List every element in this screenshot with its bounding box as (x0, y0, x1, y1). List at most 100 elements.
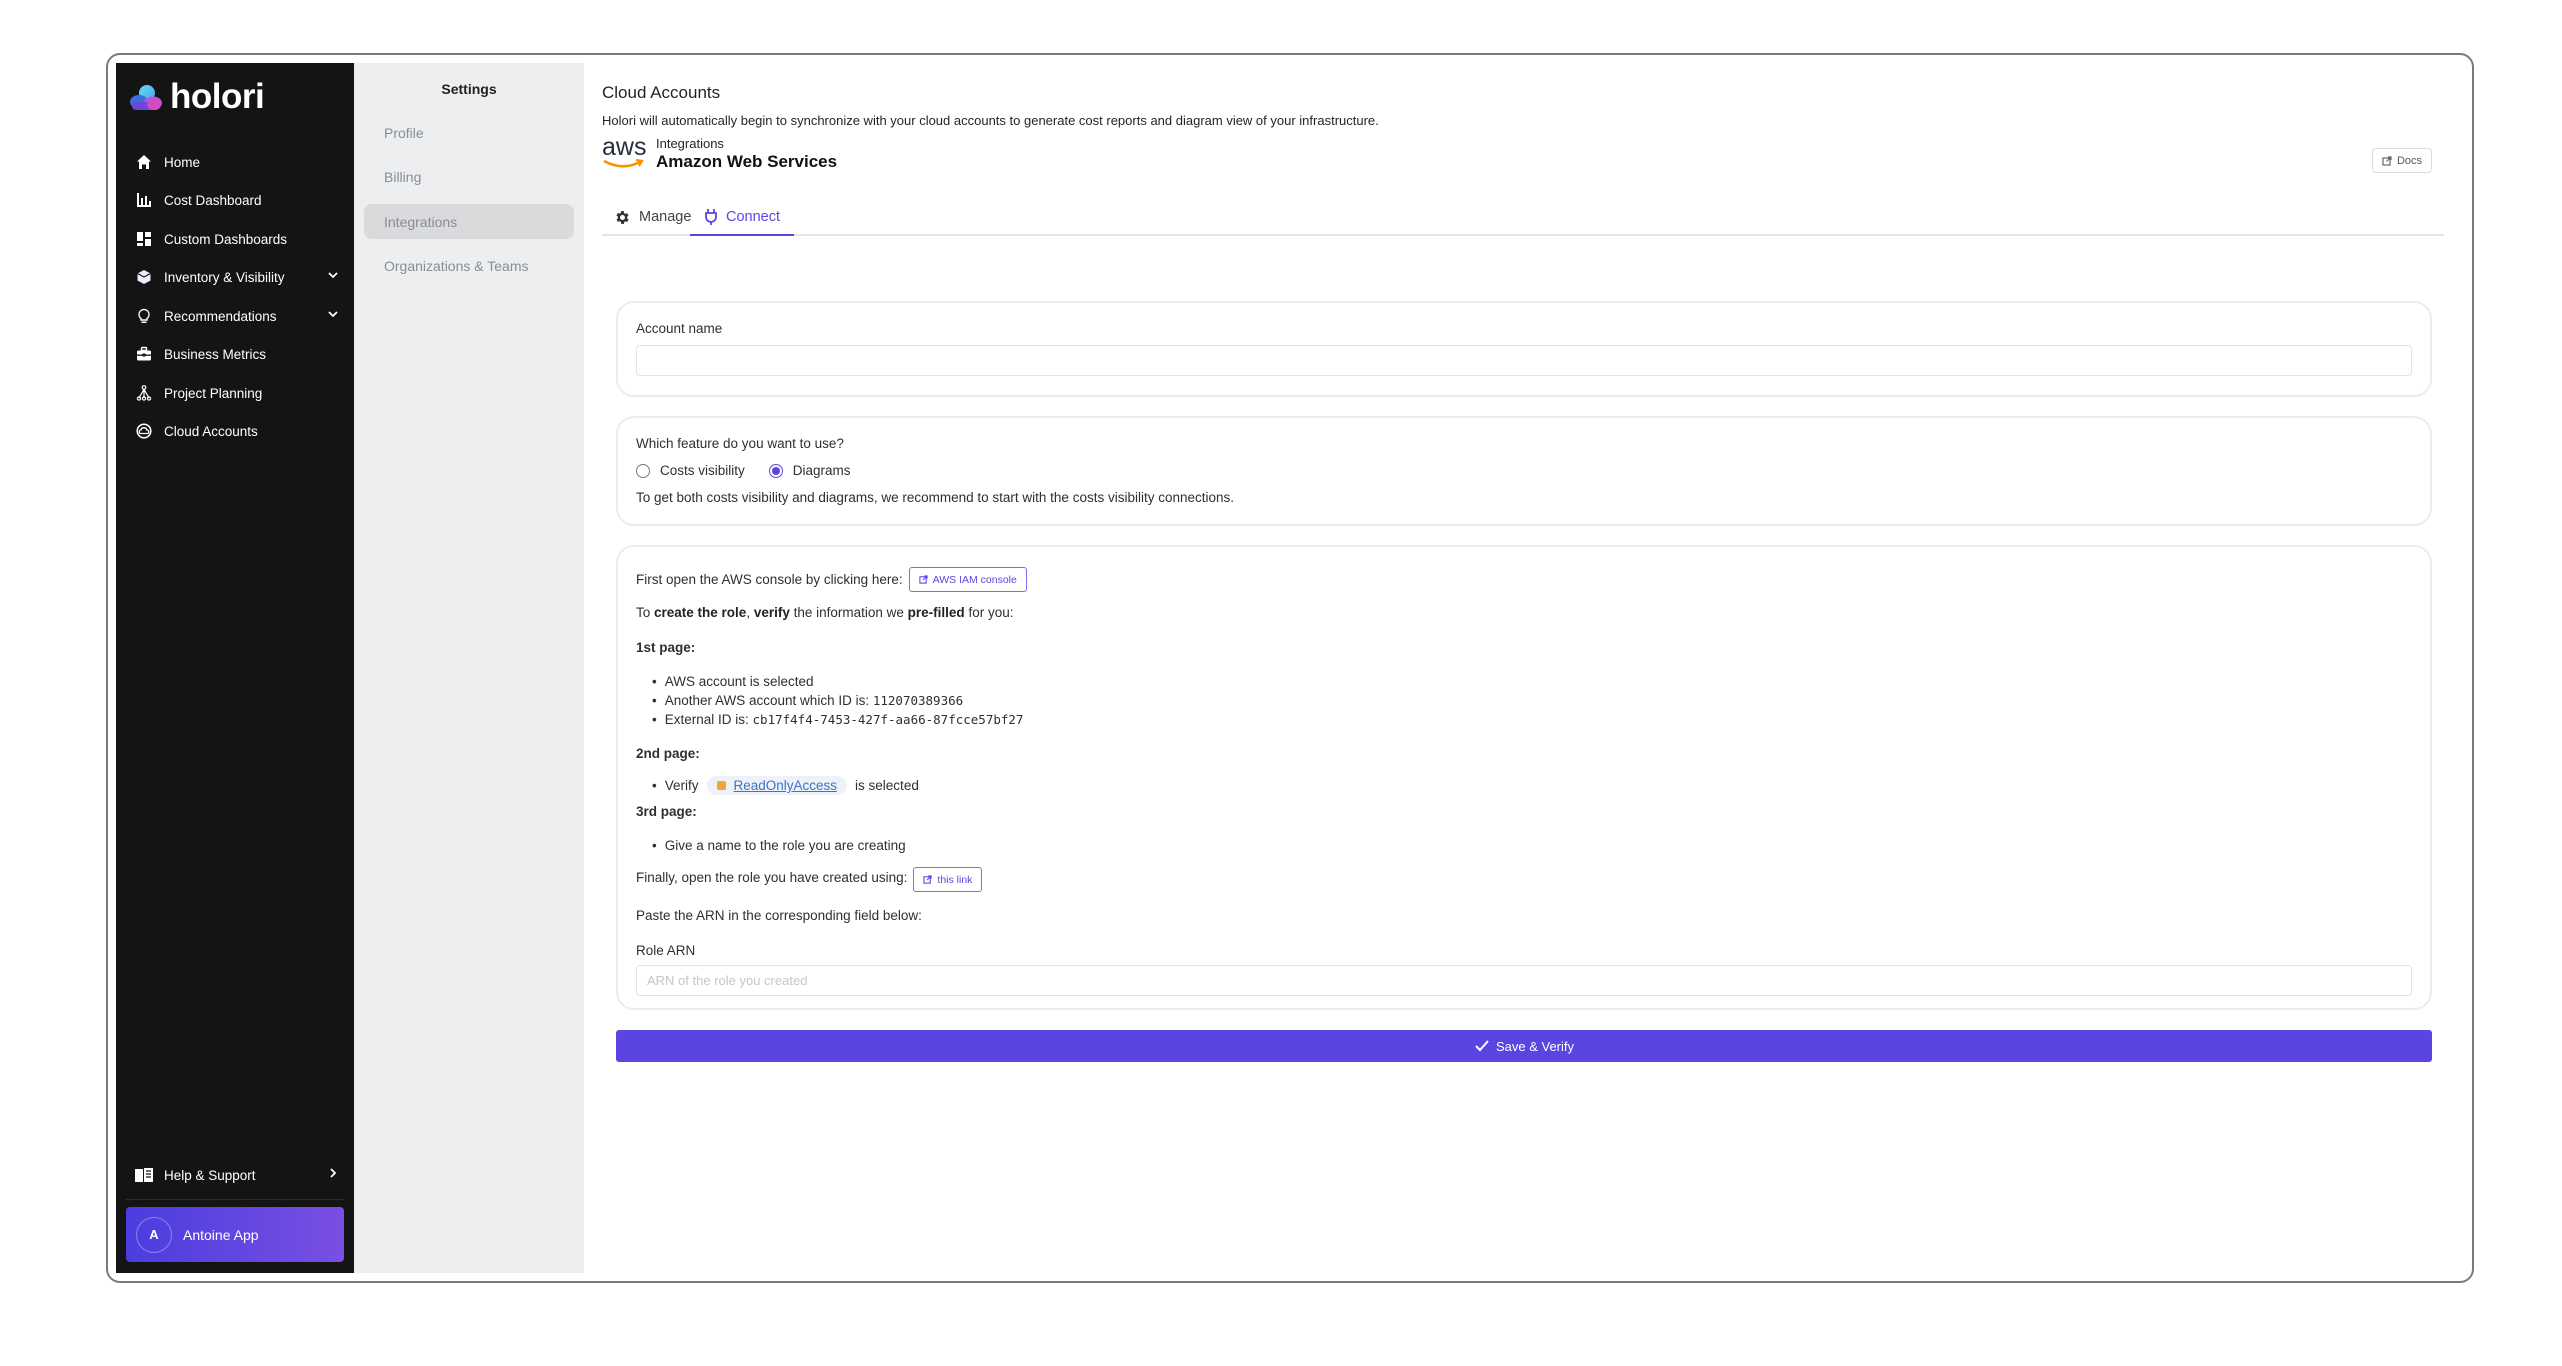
gear-icon (616, 210, 629, 224)
aws-account-id: 112070389366 (872, 693, 964, 708)
account-name-input[interactable] (636, 345, 2412, 376)
tab-manage[interactable]: Manage (614, 200, 691, 234)
sidebar-divider (126, 1199, 344, 1200)
holori-logo[interactable]: holori (128, 77, 265, 117)
avatar: A (136, 1216, 172, 1253)
list-item: Another AWS account which ID is: 1120703… (652, 693, 963, 708)
integration-name: Amazon Web Services (656, 152, 838, 171)
feature-hint: To get both costs visibility and diagram… (636, 490, 1235, 505)
user-account-card[interactable]: A Antoine App (126, 1207, 344, 1262)
feature-question: Which feature do you want to use? (636, 436, 844, 451)
hierarchy-icon (134, 383, 154, 403)
read-only-access-link[interactable]: ReadOnlyAccess (734, 778, 838, 793)
sidebar-item-recommendations[interactable]: Recommendations (134, 301, 339, 331)
home-icon (134, 152, 154, 172)
sidebar-item-label: Inventory & Visibility (164, 269, 285, 285)
chevron-down-icon[interactable] (327, 269, 339, 284)
feature-radio-group: Costs visibility Diagrams (636, 463, 851, 478)
this-link-button[interactable]: this link (913, 867, 983, 892)
chevron-right-icon[interactable] (327, 1167, 339, 1182)
sidebar-item-custom-dashboards[interactable]: Custom Dashboards (134, 224, 339, 254)
open-console-row: First open the AWS console by clicking h… (636, 567, 1027, 592)
docs-button[interactable]: Docs (2371, 148, 2432, 173)
integration-header: aws Integrations Amazon Web Services (602, 133, 838, 173)
sidebar-item-home[interactable]: Home (134, 147, 339, 177)
finally-text: Finally, open the role you have created … (636, 870, 908, 885)
chevron-down-icon[interactable] (327, 308, 339, 323)
tab-label: Manage (639, 209, 692, 225)
sidebar-item-label: Cloud Accounts (164, 423, 258, 439)
settings-panel: Settings Profile Billing Integrations Or… (354, 63, 584, 1273)
external-link-icon (923, 875, 933, 884)
settings-item-profile[interactable]: Profile (364, 115, 574, 150)
role-arn-input[interactable] (636, 965, 2412, 996)
role-arn-label: Role ARN (636, 943, 696, 958)
logo-text: holori (170, 77, 265, 116)
settings-title: Settings (441, 81, 497, 97)
policy-pill: ReadOnlyAccess (706, 776, 848, 795)
lightbulb-icon (134, 306, 154, 326)
book-icon (134, 1165, 154, 1185)
docs-label: Docs (2396, 154, 2422, 167)
finally-row: Finally, open the role you have created … (636, 863, 983, 892)
settings-item-organizations-teams[interactable]: Organizations & Teams (364, 248, 574, 283)
settings-item-billing[interactable]: Billing (364, 159, 574, 194)
page-description: Holori will automatically begin to synch… (602, 113, 1379, 128)
aws-iam-console-button[interactable]: AWS IAM console (908, 567, 1027, 592)
account-name-card: Account name (616, 301, 2432, 397)
sidebar-item-inventory-visibility[interactable]: Inventory & Visibility (134, 262, 339, 292)
radio-label: Diagrams (792, 463, 851, 478)
page2-title: 2nd page: (636, 746, 700, 761)
save-verify-button[interactable]: Save & Verify (616, 1030, 2432, 1062)
sidebar: holori Home Cost Dashboard Custom Dashbo… (116, 63, 354, 1273)
user-name: Antoine App (183, 1226, 259, 1243)
check-icon (1475, 1040, 1489, 1052)
create-role-instruction: To create the role, verify the informati… (636, 605, 1014, 620)
radio-costs-visibility[interactable] (636, 463, 650, 478)
radio-diagrams[interactable] (768, 463, 783, 478)
holori-cloud-icon (130, 85, 162, 110)
aws-logo-icon: aws (602, 133, 646, 173)
external-id: cb17f4f4-7453-427f-aa66-87fcce57bf27 (752, 712, 1024, 727)
list-item: External ID is: cb17f4f4-7453-427f-aa66-… (652, 712, 1024, 727)
sidebar-item-cost-dashboard[interactable]: Cost Dashboard (134, 185, 339, 215)
page3-title: 3rd page: (636, 804, 697, 819)
integration-subtitle: Integrations (656, 136, 724, 151)
open-console-text: First open the AWS console by clicking h… (636, 572, 903, 587)
sidebar-item-project-planning[interactable]: Project Planning (134, 378, 339, 408)
account-name-label: Account name (636, 321, 723, 336)
settings-item-integrations[interactable]: Integrations (364, 204, 574, 239)
cube-icon (134, 267, 154, 287)
sidebar-item-label: Cost Dashboard (164, 192, 262, 208)
page-title: Cloud Accounts (602, 83, 721, 102)
plug-icon (705, 209, 717, 225)
app-window: holori Home Cost Dashboard Custom Dashbo… (106, 53, 2474, 1283)
help-support-item[interactable]: Help & Support (134, 1160, 339, 1190)
policy-cube-icon (716, 781, 726, 790)
tab-connect[interactable]: Connect (690, 200, 795, 236)
page1-title: 1st page: (636, 640, 696, 655)
list-item: Give a name to the role you are creating (652, 838, 906, 853)
external-link-icon (2382, 155, 2392, 166)
tab-bar: Manage Connect (602, 200, 2444, 236)
sidebar-item-label: Home (164, 154, 201, 170)
cloud-circle-icon (134, 421, 154, 441)
sidebar-item-label: Business Metrics (164, 346, 267, 362)
help-support-label: Help & Support (164, 1167, 256, 1183)
tab-label: Connect (726, 209, 781, 225)
feature-selection-card: Which feature do you want to use? Costs … (616, 416, 2432, 526)
dashboard-grid-icon (134, 229, 154, 249)
sidebar-item-label: Custom Dashboards (164, 231, 288, 247)
save-verify-label: Save & Verify (1495, 1038, 1575, 1054)
sidebar-item-label: Recommendations (164, 308, 277, 324)
this-link-label: this link (937, 873, 973, 886)
console-button-label: AWS IAM console (932, 573, 1017, 586)
main-content: Cloud Accounts Holori will automatically… (584, 63, 2464, 1273)
bar-chart-icon (134, 190, 154, 210)
external-link-icon (918, 575, 928, 584)
sidebar-item-business-metrics[interactable]: Business Metrics (134, 339, 339, 369)
list-item: AWS account is selected (652, 674, 814, 689)
sidebar-item-label: Project Planning (164, 385, 263, 401)
sidebar-item-cloud-accounts[interactable]: Cloud Accounts (134, 416, 339, 446)
instructions-card: First open the AWS console by clicking h… (616, 545, 2432, 1010)
